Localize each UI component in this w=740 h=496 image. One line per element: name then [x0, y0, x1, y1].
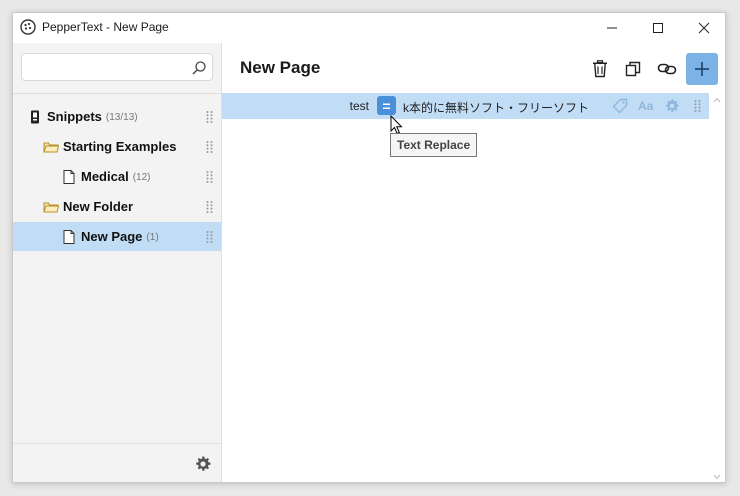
sidebar-item-starting-examples[interactable]: Starting Examples — [13, 132, 221, 161]
app-logo-icon — [20, 19, 36, 35]
sidebar: Snippets (13/13) Starting Examples Medic… — [13, 43, 222, 482]
sidebar-item-label: New Page — [81, 229, 143, 244]
maximize-icon — [653, 23, 663, 33]
drag-handle-icon[interactable] — [206, 200, 213, 214]
drag-handle-icon[interactable] — [206, 170, 213, 184]
page-icon — [63, 169, 75, 184]
sidebar-divider — [13, 93, 222, 94]
drag-handle-icon[interactable] — [206, 110, 213, 124]
search-input[interactable] — [28, 57, 192, 79]
main-panel: New Page test = k本的に無料ソフト・フリーソフト Aa Text… — [222, 43, 725, 482]
search-icon[interactable] — [191, 60, 207, 76]
scroll-up-icon[interactable] — [713, 97, 721, 103]
sidebar-item-label: Medical — [81, 169, 129, 184]
folder-icon — [43, 142, 59, 152]
title-bar: PepperText - New Page — [13, 13, 725, 43]
snippets-icon — [31, 110, 39, 123]
page-icon — [63, 229, 75, 244]
trash-icon — [593, 60, 607, 78]
add-snippet-button[interactable] — [686, 53, 718, 85]
sidebar-item-label: Starting Examples — [63, 139, 177, 154]
sidebar-item-label: New Folder — [63, 199, 134, 214]
snippet-type-button[interactable]: = — [377, 96, 396, 115]
sidebar-item-new-folder[interactable]: New Folder — [13, 192, 221, 221]
equals-icon: = — [382, 97, 391, 114]
scroll-down-icon[interactable] — [713, 474, 721, 480]
sidebar-footer-divider — [13, 443, 222, 444]
folder-icon — [43, 202, 59, 212]
sidebar-item-count: (1) — [146, 231, 159, 243]
mouse-cursor-icon — [390, 115, 403, 135]
scrollbar[interactable] — [709, 93, 725, 482]
sidebar-item-medical[interactable]: Medical (12) — [13, 162, 221, 191]
snippet-trigger[interactable]: test — [350, 99, 369, 113]
tooltip: Text Replace — [390, 133, 478, 157]
drag-handle-icon[interactable] — [694, 99, 701, 113]
link-button[interactable] — [651, 53, 683, 85]
tag-icon[interactable] — [612, 98, 628, 114]
minimize-icon — [607, 27, 617, 29]
sidebar-item-new-page[interactable]: New Page (1) — [13, 222, 221, 251]
drag-handle-icon[interactable] — [206, 230, 213, 244]
search-box — [21, 53, 213, 81]
snippet-replacement[interactable]: k本的に無料ソフト・フリーソフト — [403, 99, 589, 116]
close-icon — [698, 22, 710, 34]
page-title: New Page — [240, 58, 321, 77]
copy-icon — [625, 61, 641, 77]
case-sensitivity-icon[interactable]: Aa — [638, 98, 654, 114]
close-button[interactable] — [681, 13, 725, 43]
window-title: PepperText - New Page — [42, 20, 169, 34]
gear-icon[interactable] — [664, 98, 680, 114]
snippet-row[interactable]: test = k本的に無料ソフト・フリーソフト Aa — [222, 93, 709, 119]
sidebar-item-label: Snippets — [47, 109, 102, 124]
delete-button[interactable] — [584, 53, 616, 85]
drag-handle-icon[interactable] — [206, 140, 213, 154]
settings-gear-icon[interactable] — [194, 455, 212, 473]
duplicate-button[interactable] — [617, 53, 649, 85]
app-window: PepperText - New Page Snippets (13/13) S… — [12, 12, 726, 483]
sidebar-item-snippets[interactable]: Snippets (13/13) — [13, 102, 221, 131]
sidebar-item-count: (13/13) — [105, 111, 138, 123]
maximize-button[interactable] — [635, 13, 681, 43]
plus-icon — [695, 62, 709, 76]
link-icon — [657, 63, 677, 75]
sidebar-item-count: (12) — [132, 171, 151, 183]
minimize-button[interactable] — [589, 13, 635, 43]
